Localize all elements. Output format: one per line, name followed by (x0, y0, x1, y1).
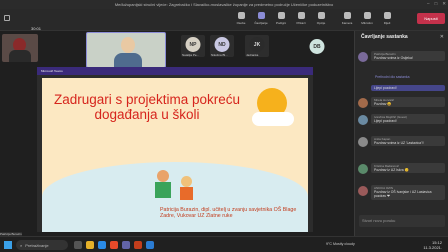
meeting-chat-panel: Čavrljanje sastanka ✕ Prethodni dio sast… (354, 31, 448, 250)
word-icon[interactable] (146, 241, 154, 249)
teams-icon[interactable] (122, 241, 130, 249)
people-button[interactable]: Osobe (232, 12, 250, 28)
chat-input[interactable]: Stvori novu poruku (359, 215, 445, 227)
presentation-slide: Zadrugari s projektima pokreću događanja… (42, 78, 308, 232)
file-explorer-icon[interactable] (86, 241, 94, 249)
avatar (358, 137, 368, 147)
maximize-icon[interactable]: □ (435, 1, 438, 7)
participant-tile-nd[interactable]: ND Nikolina Bl... (210, 35, 234, 57)
search-icon: ⌕ (20, 242, 23, 248)
avatar (358, 98, 368, 108)
chat-message: ANKICA OZIN Pozdrav iz OŠ Ivanjske i UZ L… (371, 185, 445, 200)
meeting-toolbar: 30:01 Osobe Čavrljanje Podigni Prikazi O… (0, 9, 448, 31)
participant-tile-np[interactable]: NP Natalija Pe... (181, 35, 205, 57)
chat-message-own: Lijepi pozdravi! (371, 85, 445, 92)
participant-name: Nikolina Bl... (211, 53, 228, 57)
chat-section-label: Prethodni dio sastanka (375, 75, 410, 79)
person-photo-body (9, 50, 31, 62)
participant-name: Jadranka (246, 53, 259, 57)
window-controls: – □ ✕ (427, 1, 446, 7)
avatar: JK (249, 37, 265, 52)
slide-authors: Patricija Burazin, dipl. učitelj u zvanj… (160, 207, 297, 220)
avatar (358, 52, 368, 62)
shared-app-title: Microsoft Teams (41, 69, 63, 73)
chat-message: Patricija Burazin Pozdrav svima iz Osijek… (371, 51, 445, 62)
view-button[interactable]: Prikazi (292, 12, 310, 28)
avatar: DB (309, 39, 325, 54)
hand-icon (277, 12, 285, 19)
powerpoint-icon[interactable] (134, 241, 142, 249)
participant-name: Natalija Pe... (182, 53, 200, 57)
camera-icon (343, 12, 351, 19)
chat-title: Čavrljanje sastanka (361, 34, 408, 40)
participant-tile-db[interactable]: DB (305, 37, 329, 59)
chat-icon (257, 12, 265, 19)
chat-message: Anita Kapan Pozdrav svima iz UZ 'Lastavic… (371, 136, 445, 147)
edge-icon[interactable] (98, 241, 106, 249)
video-tile-2[interactable] (86, 32, 166, 68)
more-icon (317, 12, 325, 19)
shared-app-bar: Microsoft Teams (37, 67, 313, 75)
chat-button[interactable]: Čavrljanje (252, 12, 270, 28)
children-illustration (147, 170, 205, 210)
share-icon (383, 12, 391, 19)
avatar (358, 186, 368, 196)
more-button[interactable]: Opcije (312, 12, 330, 28)
grid-icon (297, 12, 305, 19)
camera-button[interactable]: Kamera (338, 12, 356, 28)
window-title: Međužupanijski stručni vijeće: Zagrebačk… (114, 2, 334, 7)
shield-icon (4, 15, 10, 21)
cloud-illustration (252, 112, 294, 126)
windows-taskbar: ⌕ Pretraživanje 9°C Mostly cloudy 15:12 1… (0, 236, 448, 252)
mic-icon (363, 12, 371, 19)
minimize-icon[interactable]: – (427, 1, 430, 7)
avatar: ND (214, 37, 230, 52)
taskbar-search[interactable]: ⌕ Pretraživanje (16, 240, 68, 250)
close-icon[interactable]: ✕ (442, 1, 446, 7)
participant-tile-jk[interactable]: JK Jadranka (245, 35, 269, 57)
mic-button[interactable]: Mikrofon (358, 12, 376, 28)
window-titlebar: Međužupanijski stručni vijeće: Zagrebačk… (0, 0, 448, 9)
person-photo (121, 37, 135, 53)
taskbar-clock[interactable]: 15:12 11.3.2021. (423, 240, 442, 250)
close-icon[interactable]: ✕ (440, 34, 444, 40)
avatar (358, 115, 368, 125)
windows-start-icon[interactable] (4, 241, 12, 249)
chrome-icon[interactable] (110, 241, 118, 249)
avatar: NP (185, 37, 201, 52)
people-icon (237, 12, 245, 19)
video-tile-1[interactable] (2, 34, 38, 62)
leave-button[interactable]: Napusti (417, 13, 445, 24)
raise-hand-button[interactable]: Podigni (272, 12, 290, 28)
person-photo-body (114, 53, 142, 68)
slide-title: Zadrugari s projektima pokreću događanja… (53, 92, 241, 122)
chat-message: Mirela Horvatić Pozdrav 😀 (371, 97, 445, 108)
task-view-icon[interactable] (74, 241, 82, 249)
share-button[interactable]: Dijeli (378, 12, 396, 28)
chat-message: Kristina Radanović Pozdrav iz UZ Iskra 😊 (371, 163, 445, 174)
weather-widget[interactable]: 9°C Mostly cloudy (326, 242, 355, 246)
avatar (358, 164, 368, 174)
chat-message: Ivančica Mujdžić (Guest) Lijepi pozdravi! (371, 114, 445, 125)
